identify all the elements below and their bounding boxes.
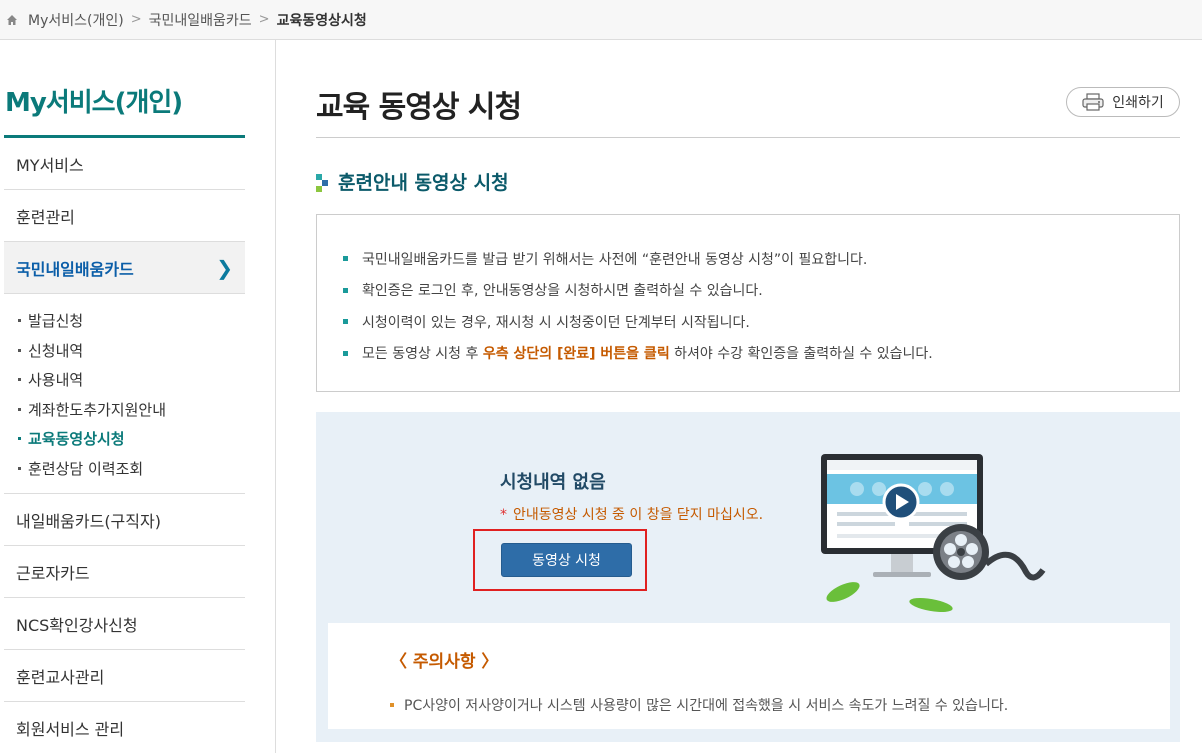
submenu-item-apply[interactable]: 발급신청 <box>18 306 245 336</box>
breadcrumb: My서비스(개인) > 국민내일배움카드 > 교육동영상시청 <box>0 0 1202 40</box>
breadcrumb-item-current: 교육동영상시청 <box>276 12 367 29</box>
watch-video-button[interactable]: 동영상 시청 <box>501 543 632 577</box>
warning-text: * 안내동영상 시청 중 이 창을 닫지 마십시오. <box>500 504 763 524</box>
notice-highlight: 우측 상단의 [완료] 버튼을 클릭 <box>482 346 670 363</box>
sidebar-item-label: 회원서비스 관리 <box>16 719 125 739</box>
submenu-item-history[interactable]: 신청내역 <box>18 336 245 366</box>
bullet-icon <box>390 703 394 707</box>
sidebar-item-ncs-instructor[interactable]: NCS확인강사신청 <box>4 598 245 650</box>
sidebar-submenu: 발급신청 신청내역 사용내역 계좌한도추가지원안내 교육동영상시청 훈련상담 이… <box>4 294 245 494</box>
submenu-item-label: 신청내역 <box>28 341 84 360</box>
sidebar-item-myservice[interactable]: MY서비스 <box>4 138 245 190</box>
caution-text: PC사양이 저사양이거나 시스템 사용량이 많은 시간대에 접속했을 시 서비스… <box>404 698 1009 714</box>
section-title-text: 훈련안내 동영상 시청 <box>338 172 509 194</box>
bullet-icon <box>18 319 21 323</box>
bullet-icon <box>18 407 21 411</box>
monitor-video-illustration <box>821 454 1046 613</box>
sidebar-item-label: 국민내일배움카드 <box>16 259 134 279</box>
bullet-icon <box>18 378 21 382</box>
notice-text: 확인증은 로그인 후, 안내동영상을 시청하시면 출력하실 수 있습니다. <box>362 283 763 300</box>
submenu-item-label: 교육동영상시청 <box>28 430 125 449</box>
sidebar-item-worker-card[interactable]: 근로자카드 <box>4 546 245 598</box>
bullet-icon <box>343 350 348 356</box>
submenu-item-counsel-history[interactable]: 훈련상담 이력조회 <box>18 454 245 484</box>
chevron-right-icon: > <box>130 12 142 27</box>
notice-text-part: 하셔야 수강 확인증을 출력하실 수 있습니다. <box>669 346 933 363</box>
bullet-icon <box>343 256 348 262</box>
sidebar-item-label: 근로자카드 <box>16 563 90 583</box>
breadcrumb-item-myservice[interactable]: My서비스(개인) <box>28 10 124 30</box>
sidebar-item-jobseeker-card[interactable]: 내일배움카드(구직자) <box>4 494 245 546</box>
notice-box: 국민내일배움카드를 발급 받기 위해서는 사전에 “훈련안내 동영상 시청”이 … <box>316 214 1180 392</box>
submenu-item-video[interactable]: 교육동영상시청 <box>18 424 245 454</box>
bullet-icon <box>343 319 348 325</box>
printer-icon <box>1082 93 1104 111</box>
notice-text: 국민내일배움카드를 발급 받기 위해서는 사전에 “훈련안내 동영상 시청”이 … <box>362 251 868 268</box>
sidebar-menu: MY서비스 훈련관리 국민내일배움카드 ❯ 발급신청 신청내역 사용내역 계좌한… <box>4 138 245 753</box>
page-title: 교육 동영상 시청 <box>316 90 522 125</box>
chevron-right-icon: ❯ <box>216 255 233 280</box>
submenu-item-usage[interactable]: 사용내역 <box>18 365 245 395</box>
section-bullet-icon <box>316 172 328 192</box>
sidebar-item-national-card[interactable]: 국민내일배움카드 ❯ <box>4 242 245 294</box>
submenu-item-label: 발급신청 <box>28 312 84 331</box>
warning-message: 안내동영상 시청 중 이 창을 닫지 마십시오. <box>513 507 764 523</box>
breadcrumb-item-card[interactable]: 국민내일배움카드 <box>149 10 252 30</box>
submenu-item-label: 사용내역 <box>28 371 84 390</box>
sidebar-item-label: NCS확인강사신청 <box>16 615 138 635</box>
list-item: 시청이력이 있는 경우, 재시청 시 시청중이던 단계부터 시작됩니다. <box>343 306 1179 338</box>
sidebar-item-label: 훈련관리 <box>16 207 75 227</box>
print-label: 인쇄하기 <box>1112 95 1164 111</box>
submenu-item-label: 훈련상담 이력조회 <box>28 459 144 478</box>
sidebar: My서비스(개인) MY서비스 훈련관리 국민내일배움카드 ❯ 발급신청 신청내… <box>0 40 276 753</box>
caution-title: 〈 주의사항 〉 <box>390 652 499 672</box>
sidebar-title: My서비스(개인) <box>5 88 183 118</box>
section-title: 훈련안내 동영상 시청 <box>316 168 509 195</box>
sidebar-item-teacher-manage[interactable]: 훈련교사관리 <box>4 650 245 702</box>
submenu-item-label: 계좌한도추가지원안내 <box>28 400 167 419</box>
notice-text: 시청이력이 있는 경우, 재시청 시 시청중이던 단계부터 시작됩니다. <box>362 314 750 331</box>
caution-box: 〈 주의사항 〉 PC사양이 저사양이거나 시스템 사용량이 많은 시간대에 접… <box>328 623 1170 729</box>
caution-item: PC사양이 저사양이거나 시스템 사용량이 많은 시간대에 접속했을 시 서비스… <box>390 695 1008 715</box>
highlight-box: 동영상 시청 <box>473 529 647 591</box>
sidebar-item-label: 훈련교사관리 <box>16 667 105 687</box>
sidebar-item-member-service[interactable]: 회원서비스 관리 <box>4 702 245 753</box>
title-divider <box>316 137 1180 138</box>
list-item: 국민내일배움카드를 발급 받기 위해서는 사전에 “훈련안내 동영상 시청”이 … <box>343 243 1179 275</box>
list-item: 확인증은 로그인 후, 안내동영상을 시청하시면 출력하실 수 있습니다. <box>343 275 1179 307</box>
home-icon[interactable] <box>6 14 18 26</box>
bullet-icon <box>18 348 21 352</box>
bullet-icon <box>18 466 21 470</box>
bullet-icon <box>18 437 21 441</box>
print-button[interactable]: 인쇄하기 <box>1066 87 1180 117</box>
list-item: 모든 동영상 시청 후 우측 상단의 [완료] 버튼을 클릭 하셔야 수강 확인… <box>343 338 1179 370</box>
asterisk-icon: * <box>500 507 507 523</box>
bullet-icon <box>343 287 348 293</box>
sidebar-item-label: 내일배움카드(구직자) <box>16 511 161 531</box>
video-panel: 시청내역 없음 * 안내동영상 시청 중 이 창을 닫지 마십시오. 동영상 시청 <box>316 412 1180 742</box>
sidebar-item-label: MY서비스 <box>16 155 84 175</box>
chevron-right-icon: > <box>258 12 270 27</box>
submenu-item-limit-support[interactable]: 계좌한도추가지원안내 <box>18 395 245 425</box>
watch-status: 시청내역 없음 <box>500 472 606 493</box>
notice-text-part: 모든 동영상 시청 후 <box>362 346 483 363</box>
sidebar-item-training[interactable]: 훈련관리 <box>4 190 245 242</box>
notice-text: 모든 동영상 시청 후 우측 상단의 [완료] 버튼을 클릭 하셔야 수강 확인… <box>362 343 933 363</box>
